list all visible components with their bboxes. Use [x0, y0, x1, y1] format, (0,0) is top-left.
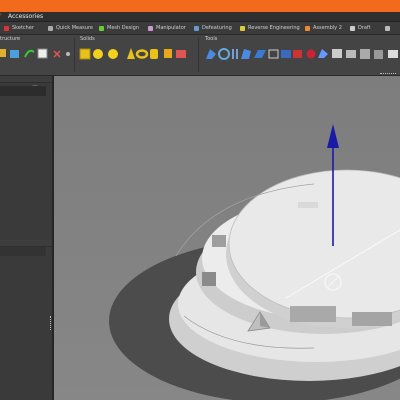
solid-tools: [79, 48, 186, 60]
title-bar: [0, 0, 400, 12]
defeaturing-tool-icon[interactable]: [388, 50, 398, 58]
tab-sketcher[interactable]: Sketcher: [4, 22, 34, 34]
group-label-solids: Solids: [80, 36, 95, 42]
structure-tools: [0, 48, 70, 59]
primitives-icon[interactable]: [164, 49, 172, 58]
fuse-icon[interactable]: [306, 49, 316, 59]
defeaturing-icon: [194, 25, 199, 31]
notch: [298, 202, 318, 208]
check-geometry-icon[interactable]: [374, 50, 383, 59]
shape-builder-icon[interactable]: [176, 50, 186, 58]
extrude-face-icon[interactable]: [281, 50, 291, 58]
tab-reverse-engineering[interactable]: Reverse Engineering: [240, 22, 300, 34]
mesh-icon: [99, 25, 104, 31]
assembly-icon: [305, 25, 310, 31]
copy-icon[interactable]: [37, 48, 48, 59]
sphere-icon[interactable]: [108, 49, 118, 59]
ribbon-tools: [0, 48, 398, 60]
link-icon[interactable]: [24, 49, 35, 58]
ribbon-toolbar: tructure Solids Tools: [0, 35, 400, 76]
clone-icon[interactable]: [53, 50, 61, 58]
part-icon[interactable]: [10, 50, 19, 58]
property-panel-header: [0, 240, 52, 255]
model-tree[interactable]: [0, 86, 46, 96]
3d-viewport[interactable]: [54, 76, 400, 400]
group-label-structure: tructure: [0, 36, 21, 42]
menu-bar: ' Accessories: [0, 12, 400, 22]
common-icon[interactable]: [318, 49, 328, 58]
tube-icon[interactable]: [150, 49, 158, 59]
draft-icon: [350, 25, 355, 31]
slice-icon[interactable]: [346, 50, 356, 58]
torus-icon[interactable]: [135, 49, 149, 59]
tab-manipulator[interactable]: Manipulator: [148, 22, 186, 34]
group-label-tools: Tools: [205, 36, 218, 42]
fillet-icon[interactable]: [241, 49, 251, 59]
menu-accessories[interactable]: Accessories: [8, 13, 43, 20]
folder-icon[interactable]: [0, 49, 6, 57]
measure-icon: [48, 25, 53, 31]
cube-icon[interactable]: [79, 48, 91, 60]
panel-header: [0, 76, 52, 91]
notch: [212, 235, 226, 247]
tab-draft[interactable]: Draft: [350, 22, 371, 34]
tab-more[interactable]: [385, 22, 390, 34]
property-view[interactable]: [0, 247, 46, 256]
manipulator-icon: [148, 25, 153, 31]
section-icon[interactable]: [332, 49, 342, 58]
tab-defeaturing[interactable]: Defeaturing: [194, 22, 232, 34]
make-face-icon[interactable]: [268, 49, 279, 59]
notch: [202, 272, 216, 286]
more-icon: [385, 25, 390, 31]
notch: [290, 306, 336, 322]
menu-indicator: ': [0, 13, 2, 20]
compound-icon[interactable]: [360, 49, 370, 59]
cylinder-icon[interactable]: [93, 49, 103, 59]
tab-quick-measure[interactable]: Quick Measure: [48, 22, 93, 34]
notch: [352, 312, 392, 326]
tab-mesh-design[interactable]: Mesh Design: [99, 22, 139, 34]
cut-icon[interactable]: [293, 50, 302, 58]
workbench-tabs: Sketcher Quick Measure Mesh Design Manip…: [0, 22, 400, 35]
revolve-icon[interactable]: [218, 48, 230, 60]
reverse-engineering-icon: [240, 25, 245, 31]
boolean-tools: [206, 48, 398, 60]
cone-icon[interactable]: [127, 48, 135, 59]
sketcher-icon: [4, 25, 9, 31]
tab-assembly[interactable]: Assembly 2: [305, 22, 342, 34]
3d-scene[interactable]: [54, 76, 400, 400]
chamfer-icon[interactable]: [254, 50, 266, 58]
dropdown-icon[interactable]: [66, 52, 70, 56]
ribbon-collapse-handle[interactable]: [380, 73, 396, 74]
mirror-icon[interactable]: [232, 49, 238, 59]
splitter-handle[interactable]: [50, 316, 53, 330]
combo-view-panel: [0, 76, 54, 400]
extrude-icon[interactable]: [206, 49, 216, 59]
